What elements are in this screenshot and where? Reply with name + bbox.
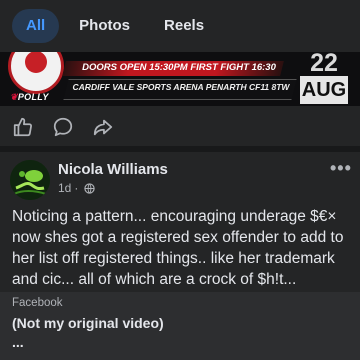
post-card: Nicola Williams 1d · ••• Noticing a patt… [0, 152, 360, 360]
post-action-bar [0, 106, 360, 146]
club-logo [8, 52, 64, 94]
avatar[interactable] [10, 160, 50, 200]
shared-description: ... [12, 334, 24, 350]
venue-text: CARDIFF VALE SPORTS ARENA PENARTH CF11 8… [72, 82, 290, 92]
globe-icon [84, 182, 96, 194]
shared-attachment[interactable]: Facebook (Not my original video) ... [0, 292, 360, 360]
comment-icon[interactable] [52, 116, 74, 138]
tab-reels[interactable]: Reels [150, 9, 218, 43]
post-author-name[interactable]: Nicola Williams [58, 161, 168, 178]
doors-text: DOORS OPEN 15:30PM FIRST FIGHT 16:30 [82, 62, 276, 73]
post-meta: 1d · [58, 181, 96, 195]
tab-photos[interactable]: Photos [65, 9, 144, 43]
post-text: Noticing a pattern... encouraging undera… [12, 208, 344, 288]
post-timestamp[interactable]: 1d [58, 181, 71, 195]
thumbs-up-icon[interactable] [12, 116, 34, 138]
filter-tab-bar: All Photos Reels [0, 0, 360, 52]
share-icon[interactable] [92, 116, 114, 138]
tab-all[interactable]: All [12, 9, 60, 43]
shared-source: Facebook [12, 297, 63, 309]
event-month: AUG [300, 76, 348, 104]
more-options-button[interactable]: ••• [330, 158, 352, 179]
shared-title: (Not my original video) [12, 315, 164, 331]
sponsor-logo: ❦POLLY [10, 92, 49, 102]
event-day: 22 [310, 49, 338, 77]
